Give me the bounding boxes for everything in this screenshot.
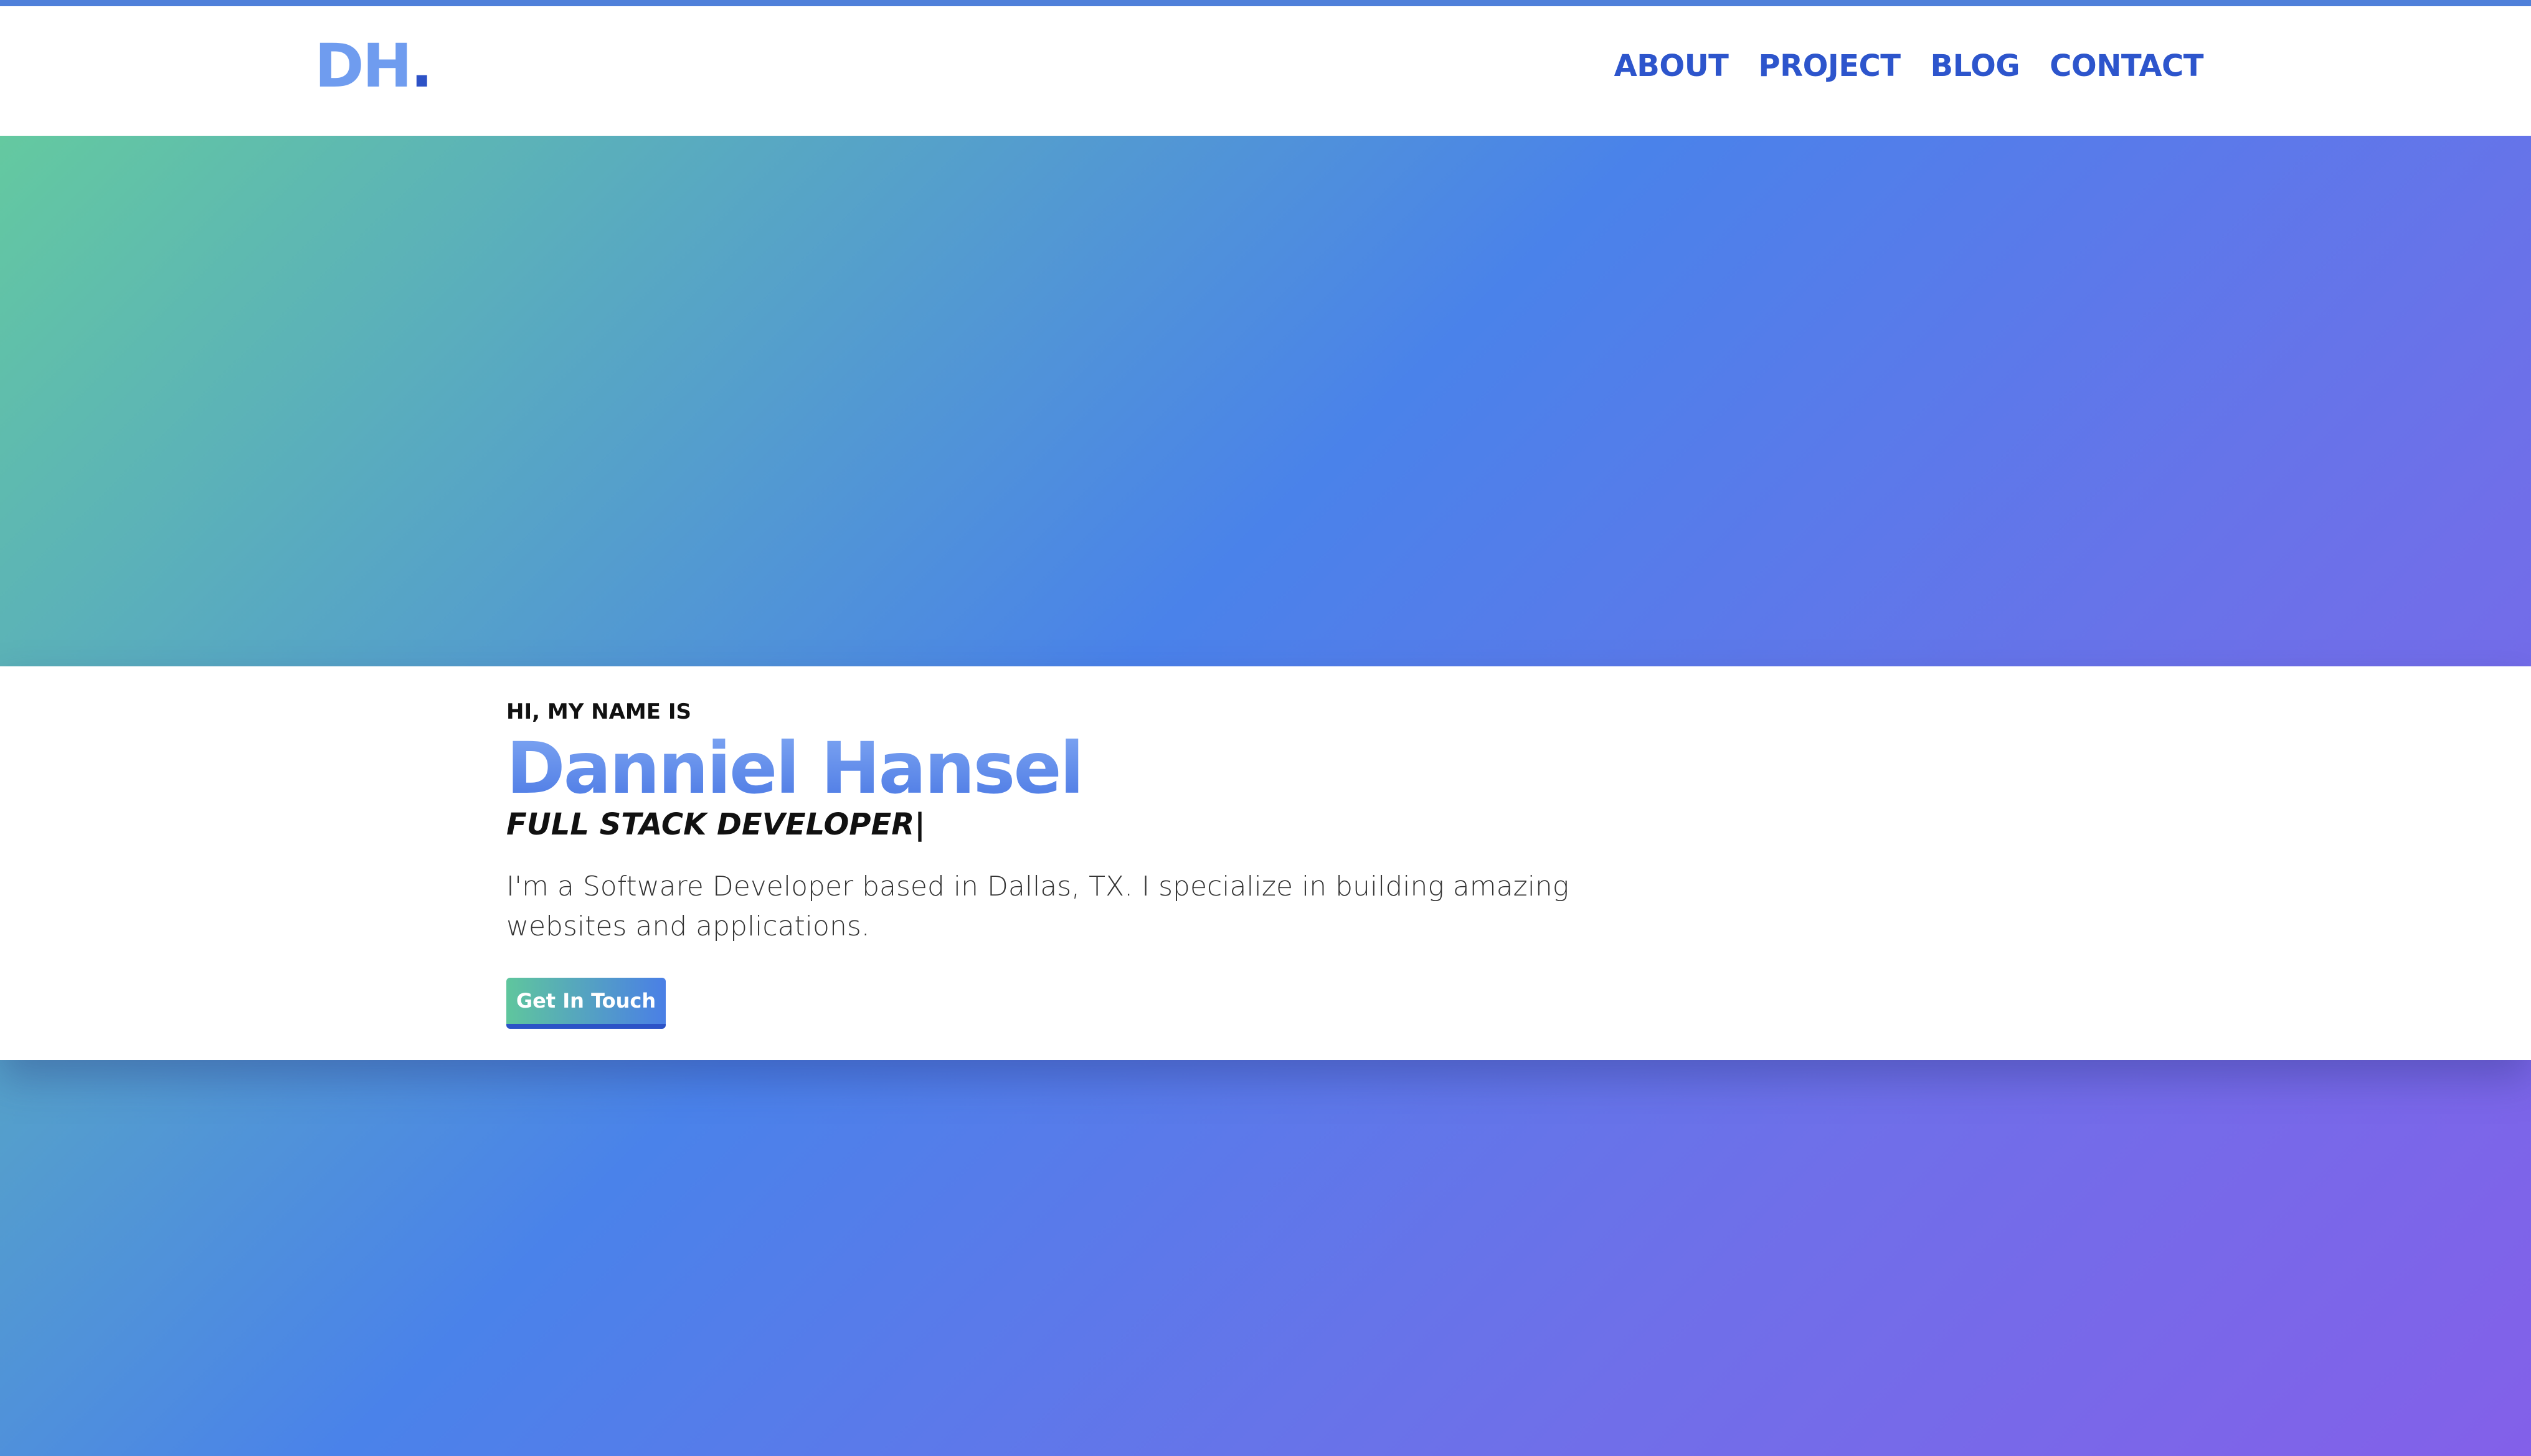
- greeting-text: HI, MY NAME IS: [506, 699, 691, 724]
- role-typing-text: FULL STACK DEVELOPER|: [506, 806, 925, 842]
- nav-project-link[interactable]: PROJECT: [1758, 51, 1901, 81]
- get-in-touch-button[interactable]: Get In Touch: [506, 977, 666, 1029]
- intro-description: I'm a Software Developer based in Dallas…: [506, 870, 1569, 942]
- nav-contact-link[interactable]: CONTACT: [2050, 51, 2203, 81]
- intro-content: HI, MY NAME IS Danniel Hansel FULL STACK…: [506, 701, 1602, 1029]
- logo-text: DH: [315, 31, 412, 101]
- intro-section: HI, MY NAME IS Danniel Hansel FULL STACK…: [0, 666, 2531, 1060]
- nav-blog-link[interactable]: BLOG: [1930, 51, 2020, 81]
- navbar: DH. ABOUT PROJECT BLOG CONTACT: [0, 6, 2531, 136]
- logo[interactable]: DH.: [315, 36, 433, 96]
- main-nav: ABOUT PROJECT BLOG CONTACT: [1614, 51, 2204, 81]
- nav-about-link[interactable]: ABOUT: [1614, 51, 1729, 81]
- developer-name: Danniel Hansel: [506, 729, 1602, 808]
- hero-gradient-background: [0, 136, 2531, 666]
- top-accent-line: [0, 0, 2531, 6]
- logo-dot: .: [410, 31, 433, 101]
